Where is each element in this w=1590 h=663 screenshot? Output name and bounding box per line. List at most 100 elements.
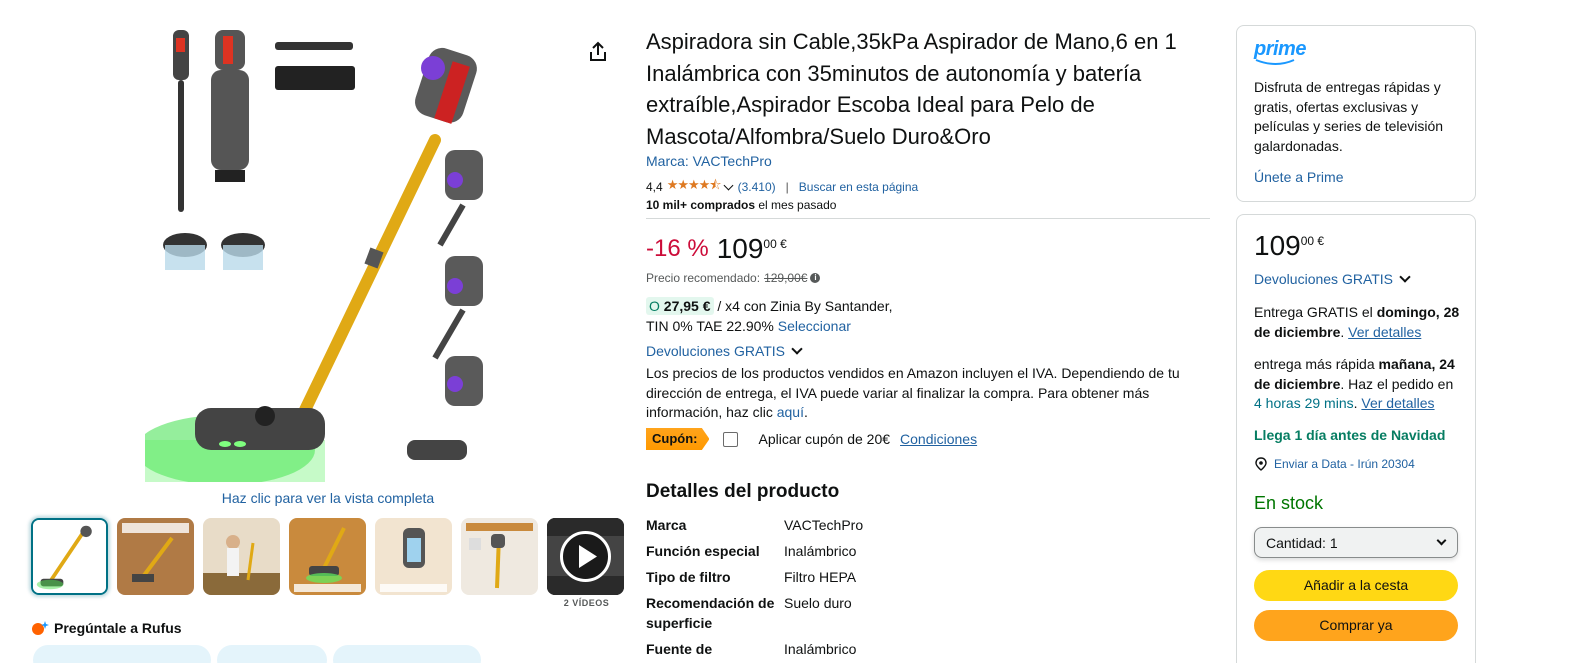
- quantity-select[interactable]: Cantidad: 1: [1254, 527, 1458, 558]
- search-page-link[interactable]: Buscar en esta página: [799, 180, 918, 194]
- thumbnail-3[interactable]: [203, 518, 280, 595]
- prime-logo-text: prime: [1254, 38, 1306, 60]
- separator: |: [785, 180, 789, 194]
- coupon-row: Cupón: Aplicar cupón de 20€ Condiciones: [646, 428, 977, 450]
- fast-delivery-details-link[interactable]: Ver detalles: [1361, 395, 1434, 411]
- fast-delivery-mid: . Haz el pedido en: [1340, 375, 1454, 392]
- chevron-down-icon: [1399, 271, 1411, 283]
- rufus-suggestion-1[interactable]: [33, 645, 211, 663]
- finance-select-link[interactable]: Seleccionar: [778, 318, 851, 334]
- buybox-price-fraction: 00 €: [1300, 234, 1325, 248]
- financing-offer: O 27,95 € / x4 con Zinia By Santander, T…: [646, 296, 926, 336]
- share-icon[interactable]: [586, 40, 610, 64]
- location-pin-icon: [1255, 457, 1267, 471]
- details-key: Recomendación de superficie: [646, 595, 775, 631]
- recommended-price: Precio recomendado: 129,00€ i: [646, 271, 821, 285]
- thumbnail-5[interactable]: [375, 518, 452, 595]
- details-value: Inalámbrico: [784, 543, 857, 559]
- quantity-value: 1: [1329, 534, 1338, 551]
- buybox-returns-label: Devoluciones GRATIS: [1254, 271, 1394, 287]
- coupon-checkbox[interactable]: [723, 431, 739, 447]
- discount-percent: -16 %: [646, 235, 709, 262]
- details-value: VACTechPro: [784, 517, 864, 533]
- delivery-location-link[interactable]: Enviar a Data - Irún 20304: [1254, 457, 1415, 471]
- thumbnail-2[interactable]: [117, 518, 194, 595]
- finance-amount: 27,95 €: [663, 298, 711, 314]
- quantity-label: Cantidad:: [1266, 534, 1326, 551]
- join-prime-link[interactable]: Únete a Prime: [1254, 169, 1343, 185]
- free-returns-label: Devoluciones GRATIS: [646, 343, 786, 359]
- rufus-suggestion-3[interactable]: [333, 645, 481, 663]
- details-row: Tipo de filtro Filtro HEPA: [646, 567, 946, 587]
- zoom-hint-link[interactable]: Haz clic para ver la vista completa: [145, 490, 511, 506]
- star-rating-icon[interactable]: ★★★★⯪: [667, 176, 722, 198]
- rrp-label: Precio recomendado:: [646, 271, 761, 285]
- review-count-link[interactable]: (3.410): [738, 180, 776, 194]
- delivery-info: Entrega GRATIS el domingo, 28 de diciemb…: [1254, 304, 1460, 340]
- details-heading: Detalles del producto: [646, 481, 840, 502]
- countdown-time: 4 horas 29 mins: [1254, 395, 1354, 411]
- rufus-icon: [32, 621, 49, 635]
- price-fraction: 00 €: [763, 237, 787, 251]
- finance-badge: O 27,95 €: [646, 297, 714, 315]
- details-table: Marca VACTechPro Función especial Inalámbr…: [646, 515, 946, 663]
- location-text: Enviar a Data - Irún 20304: [1274, 457, 1415, 471]
- thumbnail-6[interactable]: [461, 518, 538, 595]
- rufus-label: Pregúntale a Rufus: [54, 620, 182, 636]
- buybox-price-whole: 109: [1254, 230, 1301, 261]
- price-whole: 109: [716, 233, 764, 264]
- finance-text: / x4 con Zinia By Santander,: [713, 298, 893, 314]
- bought-count: 10 mil+ comprados el mes pasado: [646, 198, 836, 212]
- rufus-prompt[interactable]: Pregúntale a Rufus: [31, 620, 182, 636]
- vat-link[interactable]: aquí: [777, 404, 804, 420]
- video-thumbnail[interactable]: [547, 518, 624, 595]
- delivery-prefix: Entrega GRATIS el: [1254, 304, 1377, 320]
- coupon-conditions-link[interactable]: Condiciones: [900, 431, 977, 447]
- prime-description: Disfruta de entregas rápidas y gratis, o…: [1254, 79, 1444, 154]
- main-product-image[interactable]: [135, 20, 505, 485]
- rating-value: 4,4: [646, 180, 663, 194]
- prime-logo: prime: [1254, 38, 1306, 66]
- coupon-text: Aplicar cupón de 20€: [758, 431, 891, 447]
- brand-link[interactable]: Marca: VACTechPro: [646, 153, 772, 169]
- vat-notice: Los precios de los productos vendidos en…: [646, 365, 1180, 420]
- chevron-down-icon: [791, 343, 803, 355]
- buy-now-button[interactable]: Comprar ya: [1254, 610, 1458, 641]
- stock-status: En stock: [1254, 493, 1324, 513]
- details-row: Marca VACTechPro: [646, 515, 946, 535]
- price-row: -16 % 109 00 €: [646, 233, 787, 265]
- chevron-down-icon[interactable]: [723, 180, 734, 190]
- buybox-price: 109 00 €: [1254, 230, 1324, 262]
- finance-tae: TIN 0% TAE 22.90%: [646, 318, 774, 334]
- details-row: Recomendación de superficie Suelo duro: [646, 593, 946, 633]
- vacuum-image: [135, 30, 483, 485]
- bought-count-bold: 10 mil+ comprados: [646, 198, 756, 212]
- chevron-down-icon: [1436, 535, 1447, 546]
- thumbnail-4[interactable]: [289, 518, 366, 595]
- divider: [646, 218, 1210, 219]
- add-to-cart-button[interactable]: Añadir a la cesta: [1254, 570, 1458, 601]
- details-value: Suelo duro: [784, 595, 852, 611]
- coupon-tag: Cupón:: [646, 428, 710, 450]
- videos-count-label: 2 VÍDEOS: [563, 598, 610, 608]
- delivery-details-link[interactable]: Ver detalles: [1348, 324, 1421, 340]
- details-value: Filtro HEPA: [784, 569, 857, 585]
- fast-delivery-prefix: entrega más rápida: [1254, 356, 1379, 372]
- vat-text: Los precios de los productos vendidos en…: [646, 365, 1180, 420]
- rufus-suggestion-2[interactable]: [217, 645, 327, 663]
- details-row: Función especial Inalámbrico: [646, 541, 946, 561]
- info-icon[interactable]: i: [810, 273, 821, 283]
- details-key: Fuente de: [646, 641, 713, 657]
- rating-row: 4,4 ★★★★⯪ (3.410) | Buscar en esta págin…: [646, 176, 918, 198]
- free-returns-dropdown[interactable]: Devoluciones GRATIS: [646, 343, 803, 359]
- thumbnail-1[interactable]: [31, 518, 108, 595]
- thumbnail-strip: [31, 518, 624, 596]
- details-key: Marca: [646, 517, 687, 533]
- details-value: Inalámbrico: [784, 641, 857, 657]
- product-title: Aspiradora sin Cable,35kPa Aspirador de …: [646, 29, 1177, 149]
- christmas-badge: Llega 1 día antes de Navidad: [1254, 427, 1446, 443]
- details-row: Fuente de Inalámbrico: [646, 639, 946, 659]
- buybox-returns-dropdown[interactable]: Devoluciones GRATIS: [1254, 271, 1411, 287]
- details-key: Función especial: [646, 543, 760, 559]
- fast-delivery-info: entrega más rápida mañana, 24 de diciemb…: [1254, 356, 1455, 411]
